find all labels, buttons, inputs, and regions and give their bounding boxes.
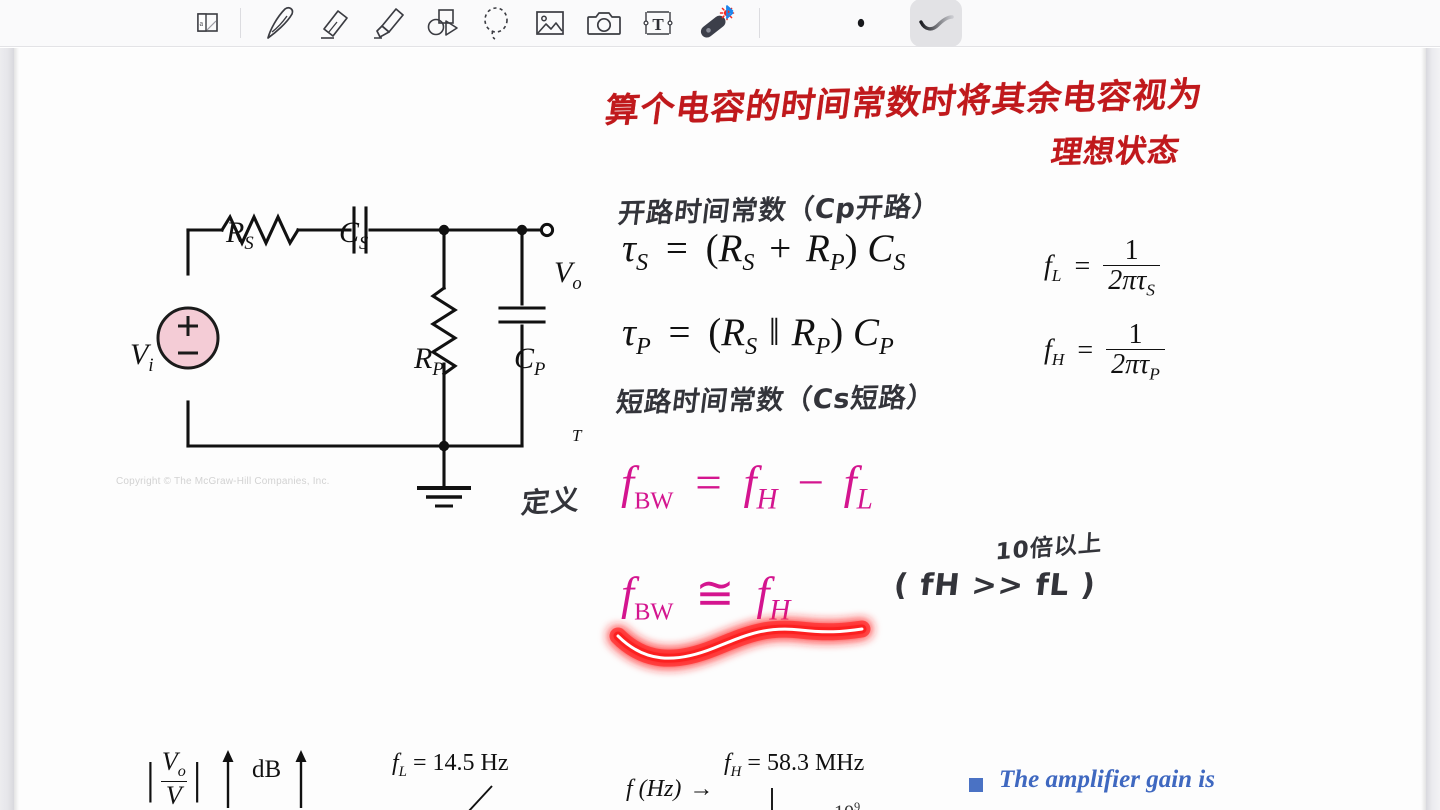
slide-note-text: The amplifier gain is [999, 766, 1215, 793]
shapes-icon[interactable] [415, 2, 469, 44]
plot-db-label: dB [252, 756, 282, 783]
node-dot [516, 224, 528, 236]
pen-icon[interactable] [253, 2, 307, 44]
ground-symbol [417, 486, 471, 508]
ratio-denominator: V [160, 781, 187, 809]
fraction-denominator: 2πτS [1103, 265, 1160, 300]
lasso-icon[interactable] [469, 2, 523, 44]
stroke-style-swatch[interactable] [910, 0, 962, 47]
page-shadow-right [1421, 48, 1426, 810]
page-shadow-left [14, 48, 19, 810]
plot-y-axis-ratio: | Vo V | [146, 747, 202, 810]
bullet-square-icon [969, 778, 983, 792]
fraction-numerator: 1 [1124, 235, 1139, 266]
circuit-diagram [156, 206, 555, 508]
label-cs: CS [339, 216, 369, 254]
definition-note: 定义 [519, 483, 582, 520]
highlighter-icon[interactable] [361, 2, 415, 44]
page-rail-left [0, 48, 14, 810]
note-page[interactable]: RS CS Vi Vo RP CP T Copyright © The McGr… [14, 48, 1426, 810]
svg-text:T: T [652, 15, 664, 34]
bluetooth-icon [723, 4, 736, 22]
node-dot [438, 224, 450, 236]
node-dot [438, 440, 450, 452]
plot-tick-7: 7 [704, 806, 714, 810]
plot-fl-leader-line [468, 785, 493, 810]
formula-tau-p: τP = (RS ‖ RP) CP [622, 311, 894, 360]
red-annotation-line-2: 理想状态 [1048, 132, 1183, 172]
page-thumbnail-icon[interactable]: a [180, 2, 234, 44]
formula-tau-s: τS = (RS + RP) CS [622, 227, 906, 276]
short-circuit-note: 短路时间常数（Cs短路） [614, 382, 937, 419]
laser-pointer-stroke [609, 620, 871, 667]
image-icon[interactable] [523, 2, 577, 44]
toolbar-divider-2 [759, 8, 760, 38]
plot-fh-annotation: fH = 58.3 MHz [724, 750, 865, 780]
plot-fl-annotation: fL = 14.5 Hz [392, 750, 509, 780]
fraction-denominator: 2πτP [1106, 349, 1165, 384]
slide-bullet-note: The amplifier gain is [969, 766, 1215, 794]
label-vi: Vi [130, 338, 154, 376]
toolbar-divider-1 [240, 8, 241, 38]
plot-x-axis-label: f (Hz) → [626, 776, 714, 802]
text-box-icon[interactable]: T [631, 2, 685, 44]
red-annotation-line-1: 算个电容的时间常数时将其余电容视为 [602, 74, 1206, 132]
plot-fh-leader-line [771, 788, 773, 810]
open-circuit-note: 开路时间常数（Cp开路） [616, 191, 943, 230]
label-rp: RP [414, 342, 444, 380]
page-rail-right [1426, 48, 1440, 810]
eraser-icon[interactable] [307, 2, 361, 44]
plot-y-arrow-2 [295, 750, 307, 808]
ratio-numerator: Vo [161, 747, 186, 781]
fraction-numerator: 1 [1128, 319, 1143, 350]
formula-fh: fH = 1 2πτP [1044, 320, 1165, 384]
plot-y-arrow-1 [222, 750, 234, 808]
label-vo: Vo [554, 256, 582, 294]
condition-note: ( fH >> fL ) [892, 568, 1098, 603]
output-terminal [539, 222, 555, 238]
copyright-text: Copyright © The McGraw-Hill Companies, I… [116, 476, 330, 487]
label-t-mark: T [572, 426, 582, 445]
label-cp: CP [514, 342, 546, 380]
plot-tick-10-9: 109 [834, 800, 861, 810]
svg-text:a: a [200, 19, 204, 28]
formula-fl: fL = 1 2πτS [1044, 236, 1160, 300]
plot-tick-8: 8 [782, 806, 792, 810]
stroke-size-dot-icon[interactable] [834, 2, 888, 44]
camera-icon[interactable] [577, 2, 631, 44]
label-rs: RS [226, 216, 254, 254]
laser-pointer-icon[interactable] [685, 2, 747, 44]
toolbar: a T [0, 0, 1440, 47]
formula-fbw-exact: fBW = fH − fL [621, 457, 873, 516]
ten-times-note: 10倍以上 [994, 530, 1103, 566]
